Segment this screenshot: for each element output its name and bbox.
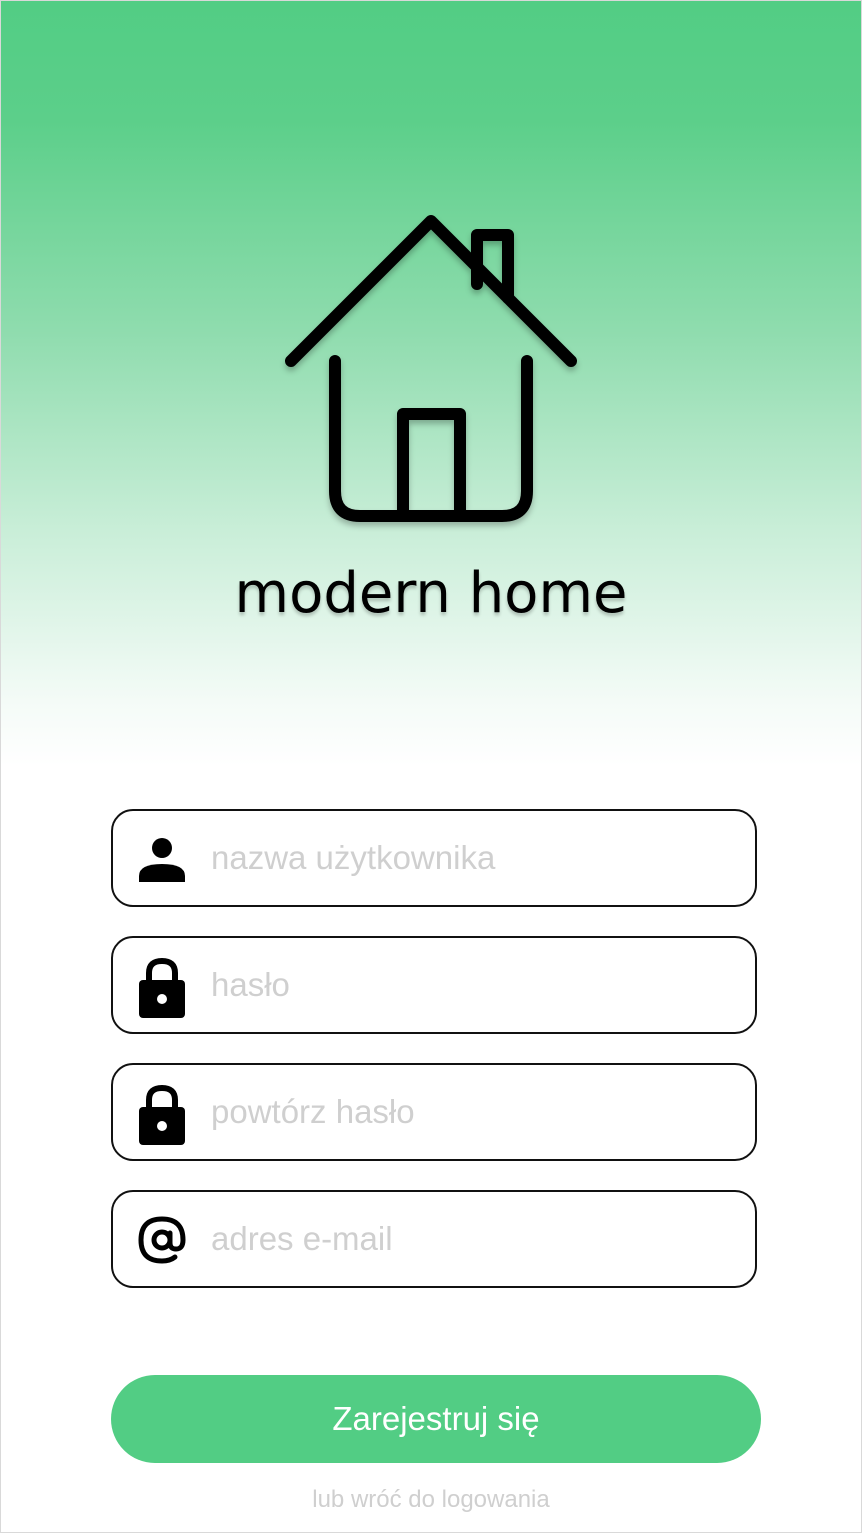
user-icon <box>139 838 185 882</box>
house-icon <box>285 215 577 522</box>
username-input[interactable] <box>211 811 731 905</box>
register-screen: modern home Zarejestruj się lub wróć <box>0 0 862 1533</box>
back-to-login-link[interactable]: lub wróć do logowania <box>1 1486 861 1514</box>
repeat-password-field[interactable] <box>111 1063 757 1161</box>
register-button[interactable]: Zarejestruj się <box>111 1375 761 1463</box>
app-title: modern home <box>234 561 628 626</box>
username-field[interactable] <box>111 809 757 907</box>
password-input[interactable] <box>211 938 731 1032</box>
password-field[interactable] <box>111 936 757 1034</box>
lock-icon <box>139 1085 185 1145</box>
email-field[interactable] <box>111 1190 757 1288</box>
at-icon <box>138 1216 186 1264</box>
repeat-password-input[interactable] <box>211 1065 731 1159</box>
email-input[interactable] <box>211 1192 731 1286</box>
lock-icon <box>139 958 185 1018</box>
